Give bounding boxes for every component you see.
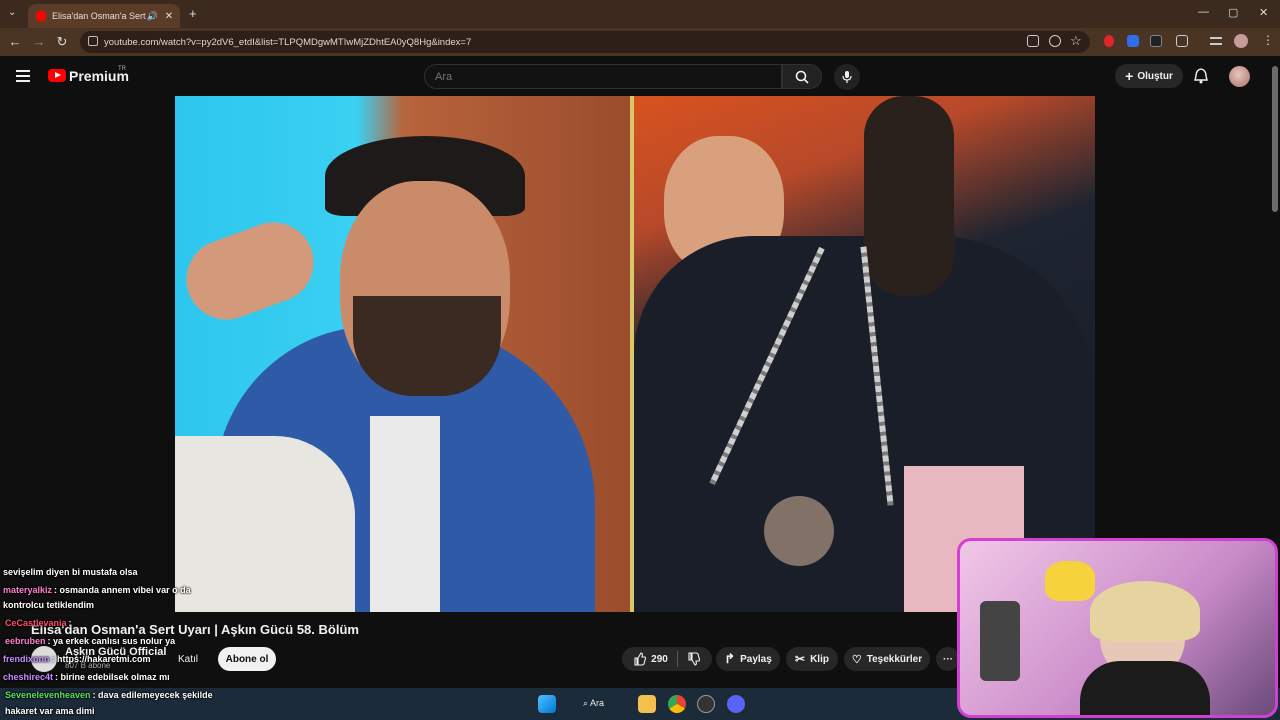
- plus-icon: +: [1125, 68, 1134, 84]
- minimize-button[interactable]: —: [1198, 6, 1209, 18]
- chat-line: hakaret var ama dimi: [5, 706, 95, 716]
- discord-icon[interactable]: [727, 695, 745, 713]
- search-button[interactable]: [782, 64, 822, 89]
- microphone-icon: [842, 71, 852, 83]
- voice-search-button[interactable]: [834, 64, 860, 90]
- page-scrollbar[interactable]: [1272, 66, 1278, 212]
- man-pants: [175, 436, 355, 612]
- tab-list-button[interactable]: ⌄: [8, 7, 16, 18]
- address-bar[interactable]: youtube.com/watch?v=py2dV6_etdI&list=TLP…: [80, 31, 1090, 53]
- forward-button[interactable]: →: [31, 34, 47, 49]
- chat-line: sevişelim diyen bi mustafa olsa: [3, 567, 138, 577]
- like-button[interactable]: 290: [633, 652, 668, 666]
- man-beard: [353, 296, 501, 396]
- youtube-favicon-icon: [36, 11, 46, 21]
- thumbs-down-icon[interactable]: [687, 652, 701, 666]
- braided-hair: [864, 96, 954, 296]
- subscribe-button[interactable]: Abone ol: [218, 647, 276, 671]
- region-label: TR: [118, 66, 126, 72]
- account-avatar[interactable]: [1229, 66, 1250, 87]
- video-left-panel: [175, 96, 631, 612]
- taskbar-search[interactable]: ⌕ Ara: [583, 698, 604, 709]
- app-icon[interactable]: [697, 695, 715, 713]
- browser-tab[interactable]: Elisa'dan Osman'a Sert Uya 🔊 ✕: [28, 4, 180, 28]
- thanks-button[interactable]: ♡ Teşekkürler: [844, 647, 930, 671]
- file-explorer-icon[interactable]: [638, 695, 656, 713]
- video-title: Elisa'dan Osman'a Sert Uyarı | Aşkın Güc…: [31, 622, 359, 637]
- extension-dark-icon[interactable]: [1150, 35, 1162, 47]
- clip-label: Klip: [810, 653, 829, 665]
- pikachu-plush: [1045, 561, 1095, 601]
- video-player[interactable]: [175, 96, 1095, 612]
- cast-icon[interactable]: [1027, 35, 1039, 47]
- youtube-logo-icon[interactable]: [48, 69, 66, 82]
- chat-line: frendixonn: https://hakaretmi.com: [3, 654, 151, 664]
- scissors-icon: ✂: [795, 652, 806, 666]
- extension-blue-icon[interactable]: [1127, 35, 1139, 47]
- site-info-icon[interactable]: [88, 36, 98, 46]
- like-dislike-group: 290: [622, 647, 712, 671]
- extension-red-icon[interactable]: [1104, 35, 1114, 47]
- url-text: youtube.com/watch?v=py2dV6_etdI&list=TLP…: [104, 36, 472, 48]
- glass-jar: [764, 496, 834, 566]
- chat-line: kontrolcu tetiklendim: [3, 600, 95, 610]
- share-label: Paylaş: [740, 653, 772, 665]
- audio-icon[interactable]: 🔊: [147, 11, 158, 22]
- share-icon: ↱: [724, 651, 736, 666]
- streamer-hair: [1090, 581, 1200, 641]
- search-icon: [795, 70, 809, 84]
- windows-start-icon[interactable]: [538, 695, 556, 713]
- tab-close-icon[interactable]: ✕: [162, 11, 176, 22]
- extensions-puzzle-icon[interactable]: [1176, 35, 1188, 47]
- eye-off-icon[interactable]: [1049, 35, 1061, 47]
- chat-line: CeCastlevania:: [5, 618, 72, 628]
- super-thanks-icon: ♡: [851, 653, 862, 666]
- search-input[interactable]: [424, 64, 782, 89]
- create-button[interactable]: + Oluştur: [1115, 64, 1183, 88]
- new-tab-button[interactable]: +: [189, 6, 197, 21]
- media-control-icon[interactable]: [1210, 37, 1222, 45]
- like-divider: [676, 651, 678, 667]
- profile-avatar-icon[interactable]: [1234, 34, 1248, 48]
- man-hand: [175, 211, 325, 331]
- maximize-button[interactable]: ▢: [1228, 6, 1238, 19]
- chat-line: cheshirec4t: birine edebilsek olmaz mı: [3, 672, 170, 682]
- share-button[interactable]: ↱ Paylaş: [716, 647, 780, 671]
- taskbar-search-label: Ara: [590, 698, 605, 708]
- streamer-top: [1080, 661, 1210, 715]
- menu-icon[interactable]: [16, 70, 30, 85]
- webcam-overlay: [957, 538, 1278, 718]
- tab-title: Elisa'dan Osman'a Sert Uya: [52, 11, 147, 21]
- back-button[interactable]: ←: [7, 34, 23, 49]
- video-right-panel: [634, 96, 1095, 612]
- browser-menu-icon[interactable]: ⋮: [1262, 33, 1274, 47]
- chat-line: eebruben: ya erkek canlısı sus nolur ya: [5, 636, 176, 646]
- join-button[interactable]: Katıl: [178, 648, 206, 670]
- chrome-icon[interactable]: [668, 695, 686, 713]
- like-count: 290: [651, 653, 668, 665]
- clip-button[interactable]: ✂ Klip: [786, 647, 838, 671]
- thumbs-up-icon: [634, 652, 647, 666]
- chat-line: materyalkiz: osmanda annem vibei var o d…: [3, 585, 191, 595]
- chat-line: Sevenelevenheaven: dava edilemeyecek şek…: [5, 690, 213, 700]
- reload-button[interactable]: ↻: [54, 34, 70, 50]
- close-window-button[interactable]: ✕: [1259, 6, 1268, 19]
- notifications-bell-icon[interactable]: [1192, 67, 1210, 85]
- man-shirt: [370, 416, 440, 612]
- thanks-label: Teşekkürler: [866, 653, 923, 665]
- bookmark-star-icon[interactable]: ☆: [1070, 33, 1082, 49]
- microphone-arm: [980, 601, 1020, 681]
- create-label: Oluştur: [1137, 70, 1173, 82]
